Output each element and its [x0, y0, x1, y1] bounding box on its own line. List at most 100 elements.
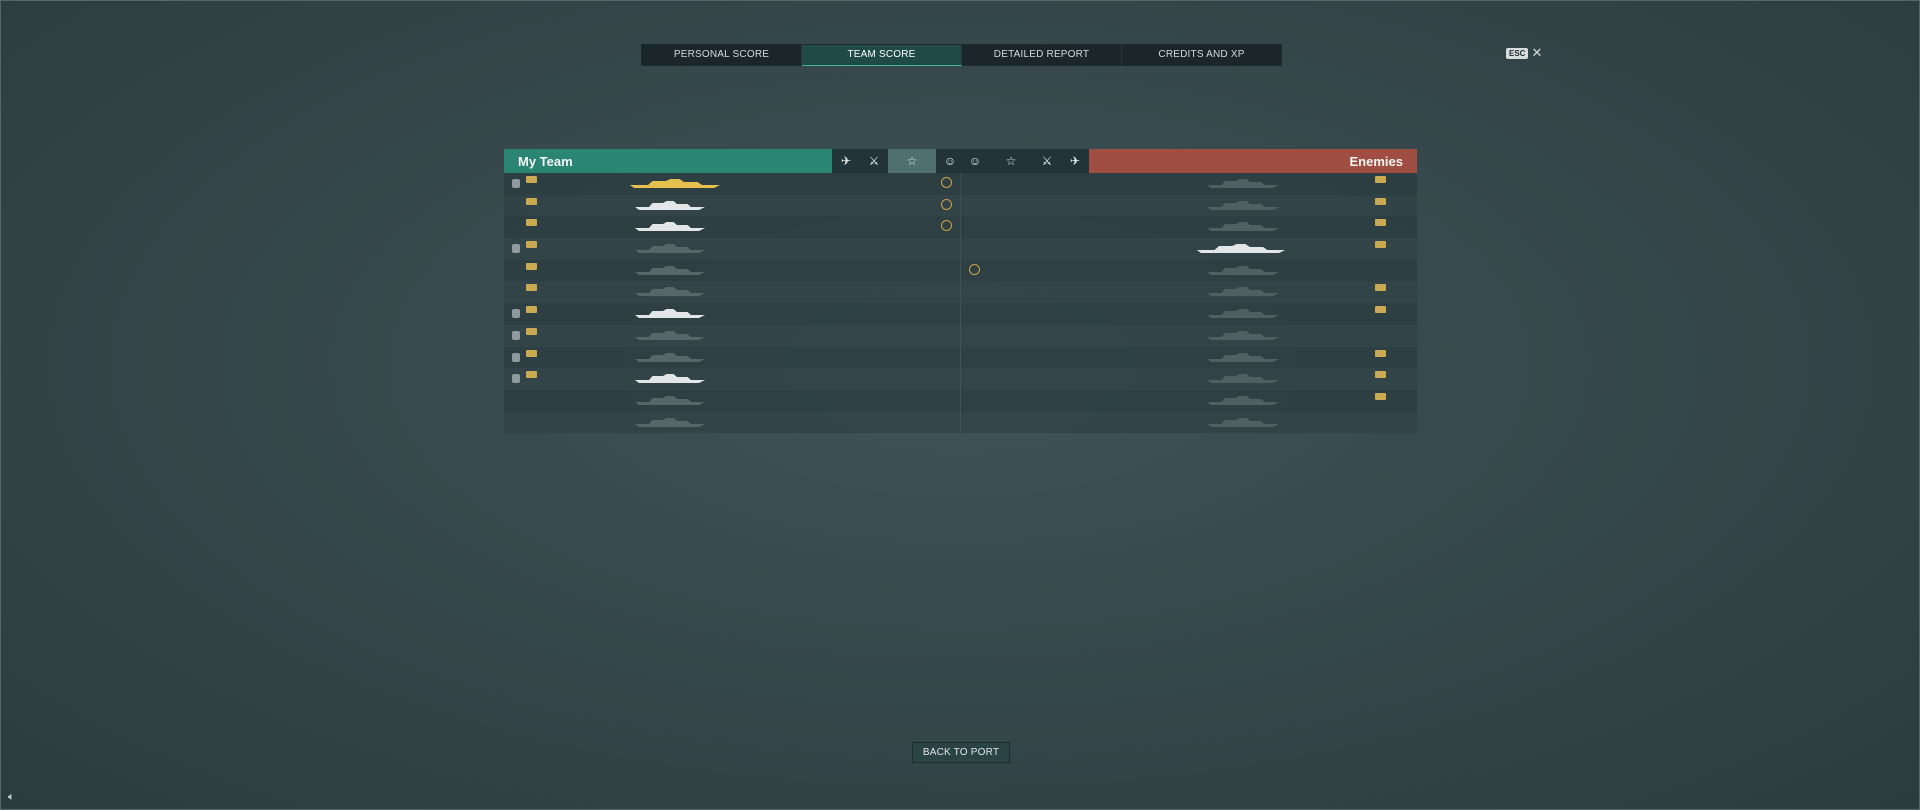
medal-icon [941, 177, 952, 188]
table-row[interactable] [504, 216, 960, 238]
back-to-port-button[interactable]: BACK TO PORT [912, 742, 1010, 763]
table-row[interactable] [504, 260, 960, 282]
crossed-swords-icon[interactable]: ⚔ [1033, 149, 1061, 173]
star-icon[interactable]: ☆ [989, 149, 1033, 173]
window-frame [0, 0, 1920, 810]
ship-silhouette-icon [635, 309, 705, 319]
crossed-swords-icon[interactable]: ⚔ [860, 149, 888, 173]
player-level-icon [525, 241, 537, 249]
player-level-icon [1374, 197, 1386, 205]
ship-silhouette-icon [1207, 417, 1279, 427]
division-badge-icon [512, 309, 520, 319]
ship-silhouette-icon [635, 352, 705, 362]
enemies-title: Enemies [1349, 153, 1403, 169]
player-level-icon [1374, 219, 1386, 227]
medal-icon[interactable]: ☺ [936, 149, 964, 173]
division-badge-icon [512, 244, 520, 254]
my-team-panel: My Team ✈ ⚔ ☆ ☺ [504, 149, 964, 434]
medal-icon[interactable]: ☺ [961, 149, 989, 173]
ship-silhouette-icon [1207, 309, 1279, 319]
player-level-icon [525, 349, 537, 357]
table-row[interactable] [504, 390, 960, 412]
table-row[interactable] [504, 347, 960, 369]
plane-icon[interactable]: ✈ [1061, 149, 1089, 173]
my-team-column-headers: ✈ ⚔ ☆ ☺ [832, 149, 964, 173]
table-row[interactable] [961, 324, 1417, 347]
tab-credits-and-xp[interactable]: CREDITS AND XP [1122, 45, 1281, 65]
my-team-title: My Team [518, 153, 573, 169]
ship-silhouette-icon [635, 265, 705, 275]
table-row[interactable] [961, 347, 1417, 369]
table-row[interactable] [961, 216, 1417, 238]
ship-silhouette-icon [1207, 179, 1279, 188]
player-level-icon [1374, 306, 1386, 314]
medal-icon [969, 263, 980, 275]
ship-silhouette-icon [635, 200, 705, 210]
table-row[interactable] [961, 260, 1417, 282]
player-level-icon [525, 176, 537, 183]
division-badge-icon [512, 352, 520, 362]
ship-silhouette-icon [635, 374, 705, 384]
division-badge-icon [512, 179, 520, 188]
player-level-icon [1374, 392, 1386, 400]
player-level-icon [525, 219, 537, 227]
enemies-panel: ☺ ☆ ⚔ ✈ Enemies [961, 149, 1417, 434]
table-row[interactable] [504, 281, 960, 304]
table-row[interactable] [961, 368, 1417, 390]
score-tabs: PERSONAL SCORE TEAM SCORE DETAILED REPOR… [641, 44, 1282, 66]
medal-icon [941, 198, 952, 210]
player-level-icon [1374, 176, 1386, 183]
esc-close-button[interactable]: ESC ✕ [1506, 45, 1542, 61]
ship-silhouette-icon [1207, 222, 1279, 232]
ship-silhouette-icon [1207, 352, 1279, 362]
star-icon[interactable]: ☆ [888, 149, 936, 173]
division-badge-icon [512, 330, 520, 340]
player-level-icon [525, 197, 537, 205]
ship-silhouette-icon [1207, 287, 1279, 297]
table-row[interactable] [504, 194, 960, 217]
table-row[interactable] [961, 303, 1417, 325]
ship-silhouette-icon [635, 244, 705, 254]
ship-silhouette-icon [630, 179, 720, 188]
ship-silhouette-icon [635, 330, 705, 340]
ship-silhouette-icon [1207, 374, 1279, 384]
close-icon[interactable]: ✕ [1531, 45, 1542, 61]
player-level-icon [1374, 241, 1386, 249]
table-row[interactable] [961, 411, 1417, 434]
table-row[interactable] [504, 238, 960, 260]
player-level-icon [1374, 349, 1386, 357]
medal-icon [941, 220, 952, 232]
my-team-rows [504, 173, 960, 434]
player-level-icon [525, 306, 537, 314]
player-level-icon [525, 327, 537, 335]
my-team-header: My Team ✈ ⚔ ☆ ☺ [504, 149, 964, 173]
table-row[interactable] [504, 368, 960, 390]
ship-silhouette-icon [1207, 200, 1279, 210]
division-badge-icon [512, 374, 520, 384]
enemies-rows [961, 173, 1417, 434]
ship-silhouette-icon [1197, 244, 1285, 254]
player-level-icon [1374, 371, 1386, 379]
table-row[interactable] [961, 390, 1417, 412]
ship-silhouette-icon [1207, 330, 1279, 340]
tab-detailed-report[interactable]: DETAILED REPORT [962, 45, 1122, 65]
table-row[interactable] [504, 411, 960, 434]
table-row[interactable] [961, 238, 1417, 260]
enemies-column-headers: ☺ ☆ ⚔ ✈ [961, 149, 1089, 173]
table-row[interactable] [961, 194, 1417, 217]
plane-icon[interactable]: ✈ [832, 149, 860, 173]
table-row[interactable] [504, 324, 960, 347]
tab-personal-score[interactable]: PERSONAL SCORE [642, 45, 802, 65]
ship-silhouette-icon [635, 417, 705, 427]
table-row[interactable] [504, 303, 960, 325]
tab-team-score[interactable]: TEAM SCORE [802, 45, 962, 66]
ship-silhouette-icon [635, 287, 705, 297]
speaker-icon[interactable]: 🔈︎ [8, 791, 15, 804]
table-row[interactable] [961, 281, 1417, 304]
ship-silhouette-icon [635, 395, 705, 405]
table-row[interactable] [961, 173, 1417, 195]
player-level-icon [525, 262, 537, 270]
table-row[interactable] [504, 173, 960, 195]
esc-key-label: ESC [1506, 47, 1529, 59]
player-level-icon [1374, 284, 1386, 292]
